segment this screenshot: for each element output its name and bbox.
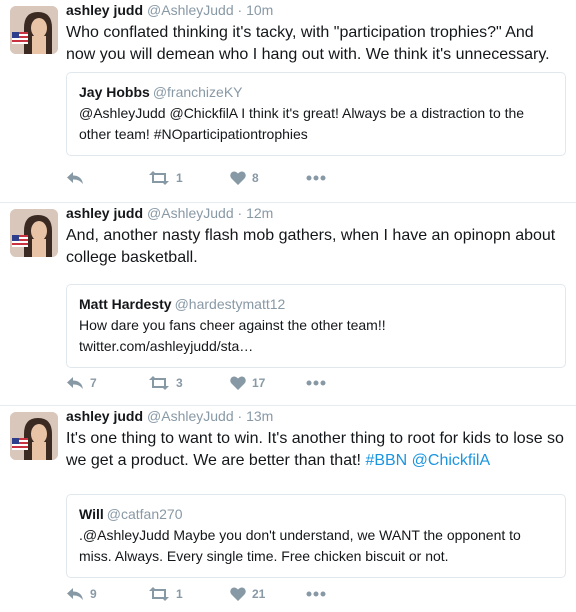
avatar-flag-icon [10, 412, 58, 460]
like-count: 21 [252, 587, 266, 601]
retweet-icon [149, 376, 169, 390]
author-handle[interactable]: @AshleyJudd [147, 2, 234, 18]
retweet-count: 1 [176, 587, 183, 601]
retweet-button[interactable]: 3 [148, 376, 183, 390]
quoted-tweet[interactable]: Matt Hardesty @hardestymatt12 How dare yo… [66, 284, 566, 368]
retweet-button[interactable]: 1 [148, 587, 183, 601]
tweet-header: ashley judd @AshleyJudd · 10m [66, 2, 273, 18]
timestamp[interactable]: 10m [246, 2, 273, 18]
separator: · [237, 2, 243, 18]
avatar-flag-icon [10, 209, 58, 257]
quoted-text: How dare you fans cheer against the othe… [79, 317, 386, 354]
more-button[interactable] [306, 175, 326, 181]
tweet[interactable]: ashley judd @AshleyJudd · 10m Who conflat… [0, 0, 576, 203]
tweet-text-body: Who conflated thinking it's tacky, with … [66, 24, 550, 63]
retweet-button[interactable]: 1 [148, 171, 183, 185]
author-name[interactable]: ashley judd [66, 408, 143, 424]
more-icon [306, 175, 326, 181]
like-icon [230, 587, 246, 601]
reply-icon [67, 588, 83, 600]
like-count: 8 [252, 171, 259, 185]
like-icon [230, 376, 246, 390]
tweet[interactable]: ashley judd @AshleyJudd · 12m And, anothe… [0, 203, 576, 406]
author-name[interactable]: ashley judd [66, 205, 143, 221]
quoted-tweet[interactable]: Will @catfan270 .@AshleyJudd Maybe you do… [66, 494, 566, 578]
quoted-author-handle: @catfan270 [106, 506, 183, 522]
tweet-actions: 7 3 17 [66, 376, 366, 396]
tweet-text-body: And, another nasty flash mob gathers, wh… [66, 227, 556, 266]
reply-icon [67, 377, 83, 389]
avatar[interactable] [10, 209, 58, 257]
retweet-icon [149, 171, 169, 185]
reply-count: 7 [90, 376, 97, 390]
tweet-actions: 9 1 21 [66, 587, 366, 607]
reply-button[interactable]: 9 [66, 587, 97, 601]
like-button[interactable]: 17 [230, 376, 265, 390]
like-button[interactable]: 21 [230, 587, 265, 601]
avatar-flag-icon [10, 6, 58, 54]
quoted-author-name: Jay Hobbs [79, 84, 150, 100]
quoted-tweet[interactable]: Jay Hobbs @franchizeKY @AshleyJudd @Chick… [66, 72, 566, 156]
more-button[interactable] [306, 591, 326, 597]
retweet-count: 3 [176, 376, 183, 390]
quoted-author-handle: @franchizeKY [152, 84, 243, 100]
tweet-feed: ashley judd @AshleyJudd · 10m Who conflat… [0, 0, 576, 609]
reply-button[interactable] [66, 171, 90, 185]
like-icon [230, 171, 246, 185]
retweet-icon [149, 587, 169, 601]
quoted-author-name: Will [79, 506, 104, 522]
more-icon [306, 591, 326, 597]
author-handle[interactable]: @AshleyJudd [147, 205, 234, 221]
tweet-header: ashley judd @AshleyJudd · 12m [66, 205, 273, 221]
quoted-text: .@AshleyJudd Maybe you don't understand,… [79, 527, 521, 564]
avatar[interactable] [10, 6, 58, 54]
avatar[interactable] [10, 412, 58, 460]
author-handle[interactable]: @AshleyJudd [147, 408, 234, 424]
more-button[interactable] [306, 380, 326, 386]
reply-icon [67, 172, 83, 184]
timestamp[interactable]: 13m [246, 408, 273, 424]
tweet-header: ashley judd @AshleyJudd · 13m [66, 408, 273, 424]
quoted-text: @AshleyJudd @ChickfilA I think it's grea… [79, 105, 525, 142]
quoted-author-handle: @hardestymatt12 [174, 296, 286, 312]
like-count: 17 [252, 376, 266, 390]
tweet-text: And, another nasty flash mob gathers, wh… [66, 225, 566, 269]
author-name[interactable]: ashley judd [66, 2, 143, 18]
tweet-text: Who conflated thinking it's tacky, with … [66, 22, 566, 66]
tweet-hashtags[interactable]: #BBN @ChickfilA [365, 452, 490, 469]
quoted-author-name: Matt Hardesty [79, 296, 172, 312]
like-button[interactable]: 8 [230, 171, 259, 185]
reply-button[interactable]: 7 [66, 376, 97, 390]
separator: · [237, 408, 243, 424]
reply-count: 9 [90, 587, 97, 601]
retweet-count: 1 [176, 171, 183, 185]
tweet[interactable]: ashley judd @AshleyJudd · 13m It's one th… [0, 406, 576, 609]
more-icon [306, 380, 326, 386]
tweet-text: It's one thing to want to win. It's anot… [66, 428, 566, 472]
tweet-actions: 1 8 [66, 171, 366, 191]
separator: · [237, 205, 243, 221]
timestamp[interactable]: 12m [246, 205, 273, 221]
